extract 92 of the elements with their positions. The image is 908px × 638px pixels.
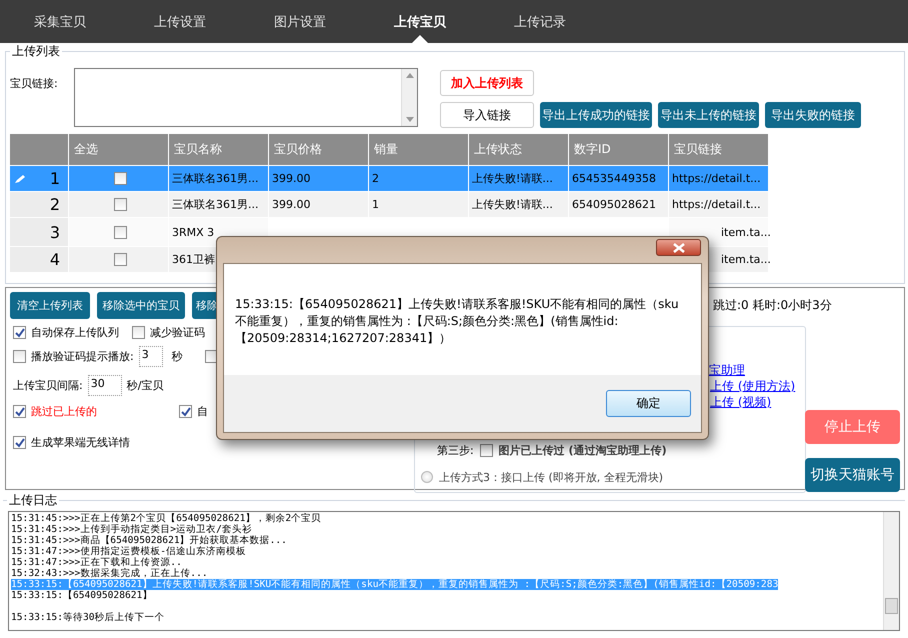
export-links-button[interactable]: 导出未上传的链接 <box>658 102 759 128</box>
column-header: 宝贝链接 <box>669 134 768 166</box>
switch-account-button[interactable]: 切换天猫账号 <box>805 458 900 492</box>
checkbox[interactable] <box>114 226 126 239</box>
checkbox[interactable] <box>13 436 26 449</box>
option-label: 播放验证码提示播放: <box>31 348 134 364</box>
option-label: 自 <box>197 404 208 419</box>
close-button[interactable] <box>656 239 701 256</box>
checkbox[interactable] <box>13 350 26 363</box>
column-header: 宝贝名称 <box>169 134 268 166</box>
option-label: 图片已上传过 (通过淘宝助理上传) <box>498 442 667 458</box>
log-line: 15:31:45:>>>商品【654095028621】开始获取基本数据... <box>11 535 287 546</box>
table-cell: 三体联名361男... <box>169 192 268 218</box>
log-line: 15:32:43:>>>数据采集完成，正在上传... <box>11 568 208 580</box>
nav-tab[interactable]: 上传记录 <box>480 0 600 44</box>
help-link[interactable]: 上传 (使用方法) <box>710 378 796 395</box>
option-label: 生成苹果端无线详情 <box>31 434 130 450</box>
table-cell: 上传失败!请联... <box>469 192 568 218</box>
list-action-button[interactable]: 移除选中的宝贝 <box>97 292 185 319</box>
option-label: 跳过已上传的 <box>31 404 97 419</box>
log-line: 15:33:15:等待30秒后上传下一个 <box>11 611 165 624</box>
nav-tab[interactable]: 上传设置 <box>120 0 240 44</box>
table-cell: 2 <box>369 166 468 192</box>
row-header[interactable]: 3 <box>10 218 68 246</box>
close-icon <box>672 242 686 252</box>
checkbox[interactable] <box>13 326 26 339</box>
table-cell: 上传失败!请联... <box>469 166 568 192</box>
column-header: 全选 <box>69 134 168 166</box>
field-label: 上传宝贝间隔: <box>13 378 83 393</box>
group-title: 上传列表 <box>10 44 62 58</box>
log-line: 15:31:45:>>>正在上传第2个宝贝【654095028621】，剩余2个宝贝 <box>11 513 322 524</box>
option-label: 自动保存上传队列 <box>31 324 119 340</box>
import-links-button[interactable]: 导入链接 <box>440 102 534 128</box>
column-header: 数字ID <box>569 134 668 166</box>
unit-label: 秒 <box>172 348 183 364</box>
option-label: 上传方式3：接口上传 (即将开放, 全程无滑块) <box>439 470 664 485</box>
row-header[interactable]: 1 <box>10 166 68 192</box>
add-to-list-button[interactable]: 加入上传列表 <box>440 70 534 96</box>
nav-tab[interactable]: 上传宝贝 <box>360 0 480 44</box>
pencil-icon <box>14 174 26 184</box>
scrollbar[interactable] <box>883 512 899 630</box>
list-action-button[interactable]: 清空上传列表 <box>10 292 90 319</box>
checkbox[interactable] <box>132 326 145 339</box>
row-header[interactable]: 2 <box>10 192 68 218</box>
checkbox[interactable] <box>114 198 126 212</box>
export-links-button[interactable]: 导出上传成功的链接 <box>540 102 652 128</box>
option-label: 减少验证码 <box>150 324 205 340</box>
group-title: 上传日志 <box>7 493 59 508</box>
table-cell: 654095028621 <box>569 192 668 218</box>
column-header: 上传状态 <box>469 134 568 166</box>
upload-stats: 跳过:0 耗时:0小时3分 <box>713 298 832 312</box>
scroll-up-icon[interactable] <box>406 73 414 78</box>
table-cell: 三体联名361男... <box>169 166 268 192</box>
checkbox[interactable] <box>13 404 26 418</box>
row-number: 3 <box>50 222 60 242</box>
checkbox[interactable] <box>480 444 493 457</box>
table-cell: 399.00 <box>269 192 368 218</box>
checkbox[interactable] <box>179 404 192 418</box>
nav-tab[interactable]: 图片设置 <box>240 0 360 44</box>
checkbox[interactable] <box>114 253 126 266</box>
table-cell: https://detail.t... <box>669 192 768 218</box>
log-line: 15:31:47:>>>正在下载和上传资源.. <box>11 557 182 568</box>
column-header: 销量 <box>369 134 468 166</box>
table-header <box>10 134 68 166</box>
radio-button[interactable] <box>421 471 433 484</box>
scroll-down-icon[interactable] <box>406 117 414 122</box>
table-cell: 1 <box>369 192 468 218</box>
help-link[interactable]: 上传 (视频) <box>710 394 772 411</box>
row-header[interactable]: 4 <box>10 247 68 272</box>
table-cell: 399.00 <box>269 166 368 192</box>
log-line: 15:31:45:>>>上传到手动指定类目>运动卫衣/套头衫 <box>11 524 252 536</box>
column-header: 宝贝价格 <box>269 134 368 166</box>
seconds-input-field[interactable]: 3 <box>138 346 163 367</box>
unit-label: 秒/宝贝 <box>126 378 164 393</box>
checkbox[interactable] <box>204 350 218 363</box>
table-cell: 654535449358 <box>569 166 668 192</box>
link-input-field[interactable] <box>74 68 418 128</box>
nav-tab[interactable]: 采集宝贝 <box>0 0 120 44</box>
row-number: 1 <box>50 169 60 188</box>
interval-input-field[interactable]: 30 <box>88 374 122 396</box>
field-label: 宝贝链接: <box>10 76 59 92</box>
ok-button[interactable]: 确定 <box>606 390 691 417</box>
log-line: 15:33:15:【654095028621】 <box>11 590 152 602</box>
log-line: 15:31:47:>>>使用指定运费模板-侣途山东济南模板 <box>11 546 246 558</box>
checkbox[interactable] <box>114 172 126 186</box>
row-number: 4 <box>50 250 60 270</box>
table-cell: https://detail.t... <box>669 166 768 192</box>
step-label: 第三步: <box>437 442 474 458</box>
row-number: 2 <box>50 195 60 214</box>
help-link[interactable]: 宝助理 <box>709 362 745 379</box>
dialog-message: 15:33:15:【654095028621】上传失败!请联系客服!SKU不能有相同的属性（sku不能重复），重复的销售属性为 :【尺码:S;颜色分类:黑色】(销售属性id:【20509:28314;1627207:28341】） <box>235 297 679 345</box>
export-links-button[interactable]: 导出失败的链接 <box>765 102 861 128</box>
